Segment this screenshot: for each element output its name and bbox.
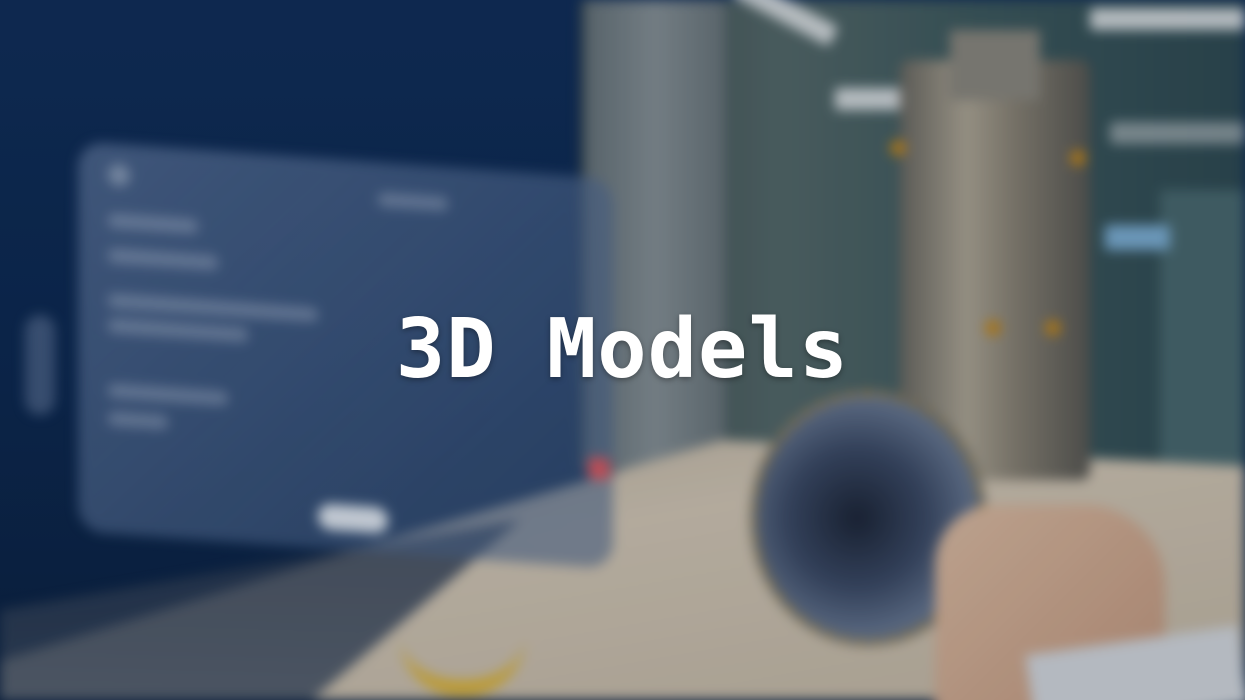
blurred-scene-background: 3D Models	[0, 0, 1245, 700]
overlay-title: 3D Models	[395, 302, 850, 397]
